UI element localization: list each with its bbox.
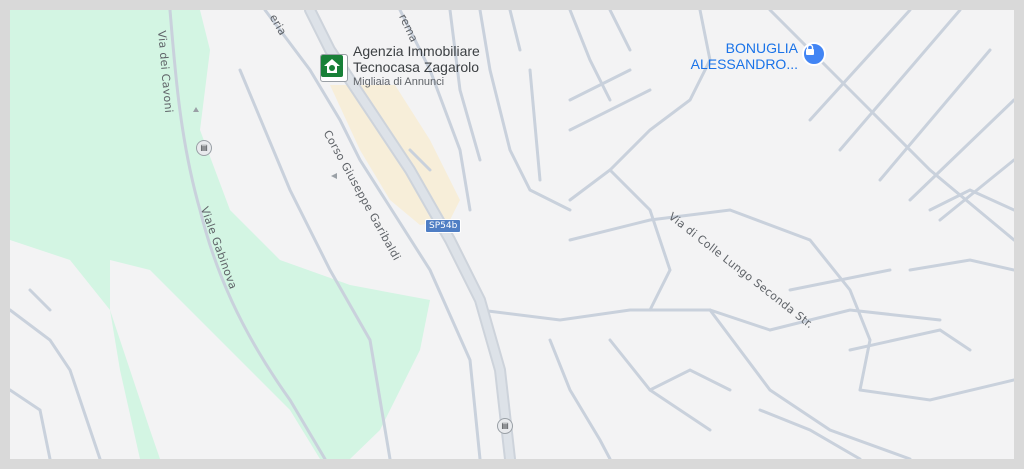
bonuglia-poi-label[interactable]: BONUGLIA ALESSANDRO... bbox=[690, 40, 798, 72]
agency-poi-label[interactable]: Agenzia Immobiliare Tecnocasa Zagarolo M… bbox=[353, 43, 480, 88]
agency-name-line2: Tecnocasa Zagarolo bbox=[353, 59, 480, 75]
home-icon bbox=[321, 55, 343, 77]
map-canvas[interactable]: Via dei Cavoni Viale Gabinova Corso Gius… bbox=[10, 10, 1014, 459]
road-shield-sp54b: SP54b bbox=[425, 219, 462, 233]
bonuglia-name-line1: BONUGLIA bbox=[725, 40, 798, 56]
bus-stop-icon[interactable]: ▤ bbox=[196, 140, 212, 156]
agency-subtitle: Migliaia di Annunci bbox=[353, 76, 445, 88]
bonuglia-marker[interactable] bbox=[802, 42, 826, 66]
agency-marker[interactable] bbox=[320, 54, 348, 82]
bonuglia-name-line2: ALESSANDRO... bbox=[690, 56, 798, 72]
one-way-arrow-icon bbox=[331, 173, 337, 179]
one-way-arrow-icon bbox=[193, 107, 199, 112]
agency-name-line1: Agenzia Immobiliare bbox=[353, 43, 480, 59]
lock-icon bbox=[806, 44, 814, 55]
bus-stop-icon[interactable]: ▤ bbox=[497, 418, 513, 434]
